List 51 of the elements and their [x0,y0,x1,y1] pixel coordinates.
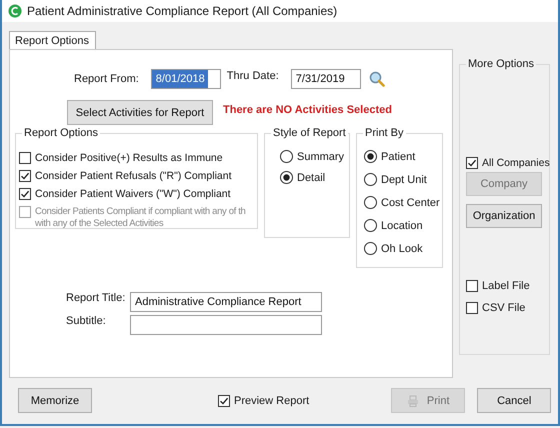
checkbox[interactable] [218,394,230,406]
checkbox-label: Consider Patient Waivers ("W") Compliant [35,188,231,200]
radio-label: Location [381,220,423,232]
radio-label: Dept Unit [381,174,427,186]
group-title: Report Options [22,127,100,139]
field-label: Report From: [74,73,139,85]
radio-button[interactable] [280,171,293,184]
checkbox[interactable] [466,280,478,292]
checkbox-label: Consider Positive(+) Results as Immune [35,152,223,164]
field-label: Report Title: [66,292,126,304]
group-title: Style of Report [271,127,348,139]
memorize-button[interactable]: Memorize [18,388,92,413]
radio-label: Summary [297,150,344,162]
radio-label: Cost Center [381,196,440,208]
field-label: Subtitle: [66,315,107,327]
search-icon[interactable] [368,71,385,87]
cancel-button[interactable]: Cancel [477,388,552,413]
radio-button[interactable] [364,150,377,163]
group-title: More Options [466,58,536,70]
checkbox-label: Consider Patients Compliant if compliant with any of th with any of the Selected Activities [35,206,246,230]
printer-icon [406,394,419,406]
radio-button[interactable] [364,242,377,255]
group-title: Print By [363,127,406,139]
checkbox[interactable] [19,188,31,200]
radio-button[interactable] [280,150,293,163]
option-button[interactable]: Organization [466,204,542,228]
window-title: Patient Administrative Compliance Report (All Companies) [27,4,338,18]
checkbox[interactable] [19,170,31,182]
radio-label: Patient [381,150,416,162]
checkbox[interactable] [19,152,31,164]
checkbox-label: Preview Report [234,394,310,406]
warning-text: There are NO Activities Selected [223,104,392,116]
checkbox[interactable] [466,302,478,314]
date-field[interactable]: 7/31/2019 [290,69,361,89]
radio-button[interactable] [364,173,377,186]
subtitle-field[interactable] [130,315,322,335]
radio-label: Detail [297,172,326,184]
tab[interactable]: Report Options [9,31,96,50]
checkbox[interactable] [466,157,478,169]
checkbox-label: CSV File [482,302,526,314]
field-label: Thru Date: [226,69,279,82]
checkbox-label: All Companies [482,157,550,169]
app-icon [8,4,22,18]
radio-label: Oh Look [381,242,423,254]
radio-button[interactable] [364,219,377,232]
checkbox-label: Label File [482,280,530,292]
date-field[interactable]: 8/01/2018 [150,69,221,89]
select-activities-button[interactable]: Select Activities for Report [67,100,213,125]
checkbox-label: Consider Patient Refusals ("R") Compliant [35,170,232,182]
radio-button[interactable] [364,196,377,209]
title-field[interactable]: Administrative Compliance Report [130,292,322,312]
